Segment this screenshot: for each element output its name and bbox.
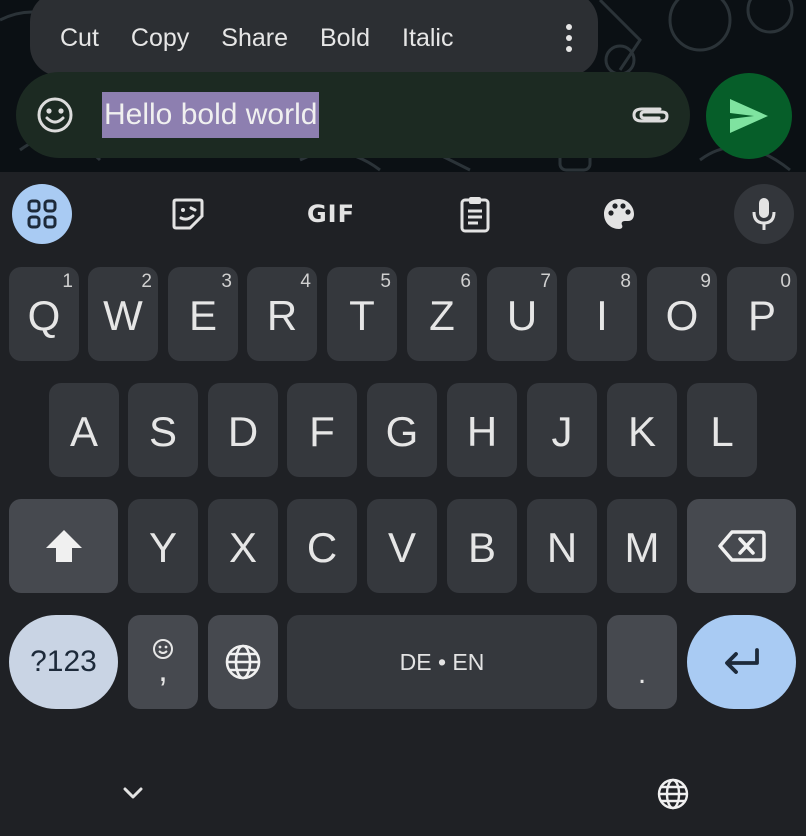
key-c[interactable]: C bbox=[287, 499, 357, 593]
key-a[interactable]: A bbox=[49, 383, 119, 477]
key-p[interactable]: P0 bbox=[727, 267, 797, 361]
message-input-bar: Hello bold world bbox=[16, 72, 690, 158]
key-o[interactable]: O9 bbox=[647, 267, 717, 361]
key-q[interactable]: Q1 bbox=[9, 267, 79, 361]
key-j[interactable]: J bbox=[527, 383, 597, 477]
clipboard-icon[interactable] bbox=[445, 184, 505, 244]
key-f[interactable]: F bbox=[287, 383, 357, 477]
key-x[interactable]: X bbox=[208, 499, 278, 593]
key-v[interactable]: V bbox=[367, 499, 437, 593]
language-key[interactable] bbox=[208, 615, 278, 709]
text-selection-menu: Cut Copy Share Bold Italic bbox=[30, 0, 598, 76]
key-s[interactable]: S bbox=[128, 383, 198, 477]
enter-key[interactable] bbox=[687, 615, 796, 709]
symbols-key[interactable]: ?123 bbox=[9, 615, 118, 709]
shift-icon bbox=[45, 530, 82, 562]
period-key[interactable]: . bbox=[607, 615, 677, 709]
key-u[interactable]: U7 bbox=[487, 267, 557, 361]
key-m[interactable]: M bbox=[607, 499, 677, 593]
comma-key[interactable]: , bbox=[128, 615, 198, 709]
globe-icon bbox=[225, 644, 261, 680]
message-input[interactable]: Hello bold world bbox=[102, 92, 320, 138]
keyboard-nav-bar bbox=[0, 760, 806, 836]
keyboard-toolbar: GIF bbox=[0, 172, 806, 256]
more-vert-icon[interactable] bbox=[554, 18, 584, 58]
backspace-key[interactable] bbox=[687, 499, 796, 593]
emoji-icon[interactable] bbox=[36, 96, 74, 139]
key-r[interactable]: R4 bbox=[247, 267, 317, 361]
apps-grid-icon[interactable] bbox=[12, 184, 72, 244]
key-l[interactable]: L bbox=[687, 383, 757, 477]
menu-share[interactable]: Share bbox=[205, 24, 304, 53]
mic-icon[interactable] bbox=[734, 184, 794, 244]
sticker-icon[interactable] bbox=[158, 184, 218, 244]
menu-italic[interactable]: Italic bbox=[386, 24, 469, 53]
menu-cut[interactable]: Cut bbox=[44, 24, 115, 53]
key-z[interactable]: Z6 bbox=[407, 267, 477, 361]
key-e[interactable]: E3 bbox=[168, 267, 238, 361]
key-b[interactable]: B bbox=[447, 499, 517, 593]
send-icon bbox=[730, 99, 768, 133]
key-t[interactable]: T5 bbox=[327, 267, 397, 361]
paperclip-icon[interactable] bbox=[630, 100, 670, 135]
menu-copy[interactable]: Copy bbox=[115, 24, 205, 53]
key-g[interactable]: G bbox=[367, 383, 437, 477]
palette-icon[interactable] bbox=[589, 184, 649, 244]
chevron-down-icon[interactable] bbox=[120, 780, 146, 811]
globe-icon[interactable] bbox=[656, 777, 690, 816]
menu-bold[interactable]: Bold bbox=[304, 24, 386, 53]
key-w[interactable]: W2 bbox=[88, 267, 158, 361]
key-k[interactable]: K bbox=[607, 383, 677, 477]
enter-icon bbox=[724, 648, 759, 674]
key-i[interactable]: I8 bbox=[567, 267, 637, 361]
gif-icon[interactable]: GIF bbox=[301, 184, 361, 244]
key-n[interactable]: N bbox=[527, 499, 597, 593]
key-y[interactable]: Y bbox=[128, 499, 198, 593]
key-h[interactable]: H bbox=[447, 383, 517, 477]
space-key[interactable]: DE • EN bbox=[287, 615, 597, 709]
send-button[interactable] bbox=[706, 73, 792, 159]
backspace-icon bbox=[717, 530, 766, 562]
key-d[interactable]: D bbox=[208, 383, 278, 477]
gif-label: GIF bbox=[306, 200, 356, 228]
shift-key[interactable] bbox=[9, 499, 118, 593]
